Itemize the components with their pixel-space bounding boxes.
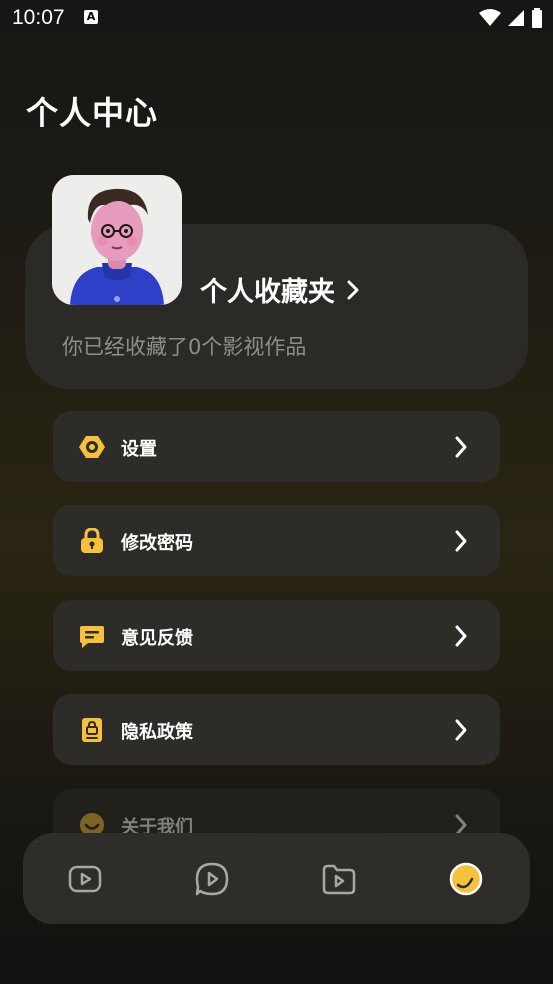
collection-title-button[interactable]: 个人收藏夹 xyxy=(200,270,359,309)
chevron-right-icon xyxy=(455,719,467,741)
wifi-icon xyxy=(479,9,501,26)
menu-item-privacy-policy[interactable]: 隐私政策 xyxy=(53,694,500,765)
video-folder-icon[interactable] xyxy=(321,861,357,897)
menu-label-privacy-policy: 隐私政策 xyxy=(121,722,193,743)
status-time: 10:07 xyxy=(12,6,65,29)
privacy-document-icon xyxy=(82,718,102,742)
feedback-chat-icon xyxy=(80,626,104,648)
avatar-illustration xyxy=(52,175,182,305)
notification-badge-icon: A xyxy=(84,10,98,24)
play-chat-icon[interactable] xyxy=(194,861,230,897)
lock-icon xyxy=(81,528,103,553)
status-icons xyxy=(479,8,543,28)
chevron-right-icon xyxy=(455,530,467,552)
battery-icon xyxy=(532,8,542,28)
menu-item-settings[interactable]: 设置 xyxy=(53,411,500,482)
settings-hexagon-icon xyxy=(79,436,105,458)
menu-item-change-password[interactable]: 修改密码 xyxy=(53,505,500,576)
bottom-nav xyxy=(23,833,530,924)
profile-moon-icon[interactable] xyxy=(448,861,484,897)
menu-label-change-password: 修改密码 xyxy=(121,533,193,554)
signal-icon xyxy=(508,10,524,26)
collection-subtitle: 你已经收藏了0个影视作品 xyxy=(62,335,307,359)
status-bar: 10:07 A xyxy=(0,0,553,36)
menu-item-feedback[interactable]: 意见反馈 xyxy=(53,600,500,671)
chevron-right-icon xyxy=(347,280,359,299)
video-home-icon[interactable] xyxy=(67,861,103,897)
chevron-right-icon xyxy=(455,625,467,647)
menu-label-feedback: 意见反馈 xyxy=(121,628,193,649)
page-title: 个人中心 xyxy=(26,94,159,132)
chevron-right-icon xyxy=(455,436,467,458)
collection-title: 个人收藏夹 xyxy=(200,277,335,308)
avatar[interactable] xyxy=(52,175,182,305)
menu-label-settings: 设置 xyxy=(121,439,157,460)
